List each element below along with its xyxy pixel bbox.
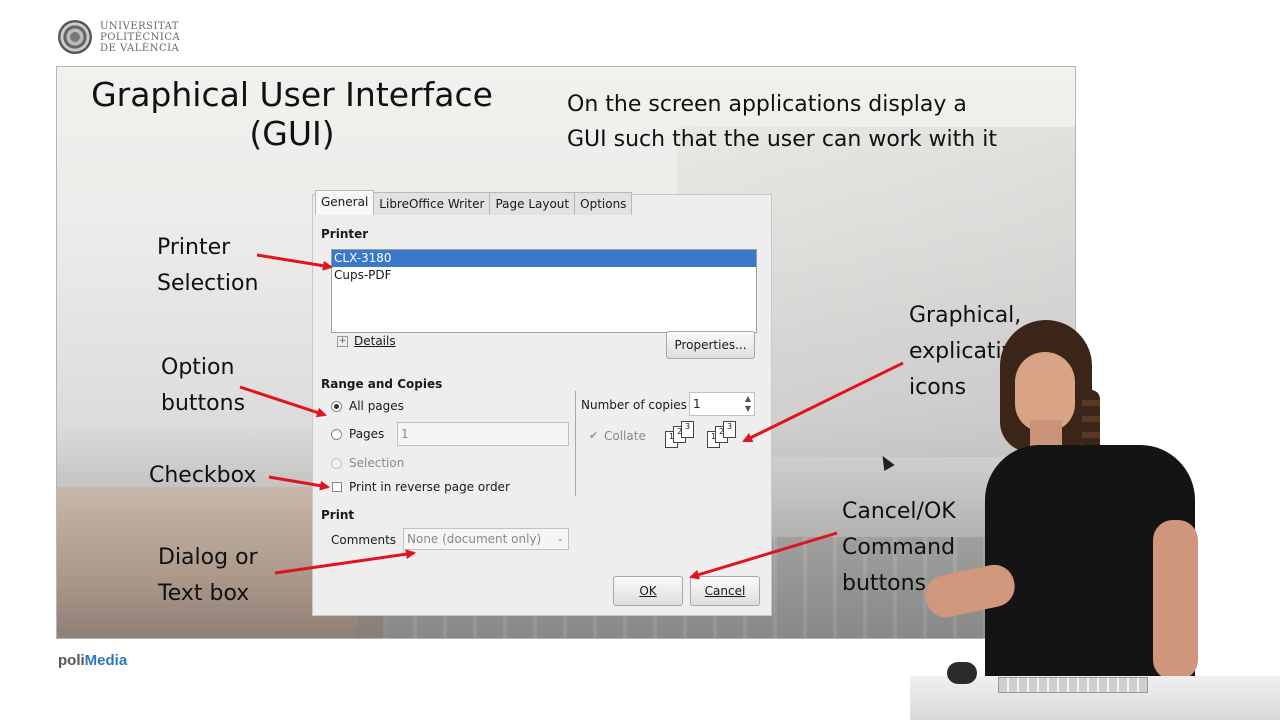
tab-options[interactable]: Options: [574, 192, 633, 215]
print-dialog: General LibreOffice Writer Page Layout O…: [312, 190, 772, 616]
comments-value: None (document only): [407, 532, 542, 546]
printer-section-heading: Printer: [321, 227, 369, 241]
logo-line-1: UNIVERSITAT: [100, 21, 179, 32]
selection-radio[interactable]: [331, 458, 342, 469]
annotation-text: Selection: [157, 271, 259, 296]
ok-button[interactable]: OK: [613, 576, 683, 606]
details-label: Details: [354, 334, 396, 348]
annotation-text: Printer: [157, 235, 231, 260]
uncollated-copies-icon: 123: [707, 421, 741, 451]
presenter: [905, 320, 1205, 720]
selection-label[interactable]: Selection: [349, 456, 404, 470]
logo-line-3: DE VALÈNCIA: [100, 43, 180, 54]
spin-arrows-icon[interactable]: ▲ ▼: [745, 394, 751, 414]
annotation-option-buttons: Option buttons: [161, 350, 245, 422]
all-pages-label[interactable]: All pages: [349, 399, 404, 413]
expand-plus-icon[interactable]: +: [337, 336, 348, 347]
copies-value: 1: [693, 397, 701, 411]
slide-title: Graphical User Interface (GUI): [57, 75, 527, 153]
annotation-text: Text box: [158, 581, 250, 606]
properties-button[interactable]: Properties...: [666, 331, 755, 359]
chevron-down-icon: ⌄: [556, 534, 564, 544]
all-pages-radio[interactable]: [331, 401, 342, 412]
annotation-checkbox: Checkbox: [149, 463, 257, 488]
pages-label[interactable]: Pages: [349, 427, 384, 441]
range-copies-heading: Range and Copies: [321, 377, 443, 391]
university-seal-icon: [58, 20, 92, 54]
tab-page-layout[interactable]: Page Layout: [489, 192, 576, 215]
printer-list[interactable]: CLX-3180 Cups-PDF: [331, 249, 757, 333]
pages-input[interactable]: 1: [397, 422, 569, 446]
pages-radio[interactable]: [331, 429, 342, 440]
slide-subtitle-line-1: On the screen applications display a: [567, 92, 967, 117]
printer-item[interactable]: Cups-PDF: [332, 267, 756, 284]
ok-button-label: OK: [639, 584, 657, 598]
reverse-order-label[interactable]: Print in reverse page order: [349, 480, 510, 494]
slide-title-line-2: (GUI): [249, 114, 335, 153]
collated-copies-icon: 123: [665, 421, 699, 451]
annotation-text: Dialog or: [158, 545, 258, 570]
computer-mouse: [947, 662, 977, 684]
tab-libreoffice-writer[interactable]: LibreOffice Writer: [373, 192, 491, 215]
comments-dropdown[interactable]: None (document only) ⌄: [403, 528, 569, 550]
print-section-heading: Print: [321, 508, 355, 522]
cancel-button-label: Cancel: [704, 584, 746, 598]
slide-title-line-1: Graphical User Interface: [91, 75, 493, 114]
section-divider: [575, 391, 576, 496]
cancel-button[interactable]: Cancel: [690, 576, 760, 606]
upv-logo: UNIVERSITAT POLITÈCNICA DE VALÈNCIA: [58, 18, 188, 58]
reverse-order-checkbox[interactable]: [332, 482, 342, 492]
collate-check-icon[interactable]: ✔: [589, 429, 598, 442]
annotation-dialog-text-box: Dialog or Text box: [158, 540, 258, 612]
details-expander[interactable]: Details: [354, 334, 396, 348]
copies-spinbox[interactable]: 1 ▲ ▼: [689, 392, 755, 416]
annotation-printer-selection: Printer Selection: [157, 230, 258, 302]
comments-label-text: Comments: [331, 533, 397, 547]
university-name: UNIVERSITAT POLITÈCNICA DE VALÈNCIA: [100, 21, 180, 54]
annotation-text: Option: [161, 355, 235, 380]
comments-label: Comments: [331, 533, 396, 547]
dialog-tabs: General LibreOffice Writer Page Layout O…: [315, 190, 633, 215]
brand-prefix: poli: [58, 652, 85, 669]
annotation-text: buttons: [161, 391, 246, 416]
general-page: Printer CLX-3180 Cups-PDF + Details Prop…: [313, 215, 769, 615]
printer-item-selected[interactable]: CLX-3180: [332, 250, 756, 267]
keyboard: [998, 677, 1148, 693]
brand-suffix: Media: [84, 652, 128, 669]
presenter-right-arm: [1153, 520, 1198, 680]
polimedia-logo: poliMedia: [58, 652, 127, 669]
slide-subtitle-line-2: GUI such that the user can work with it: [567, 127, 997, 152]
logo-line-2: POLITÈCNICA: [100, 32, 181, 43]
tab-general[interactable]: General: [315, 190, 375, 215]
collate-label[interactable]: Collate: [604, 429, 646, 443]
slide-subtitle: On the screen applications display a GUI…: [567, 87, 1067, 157]
copies-label: Number of copies: [581, 398, 687, 412]
